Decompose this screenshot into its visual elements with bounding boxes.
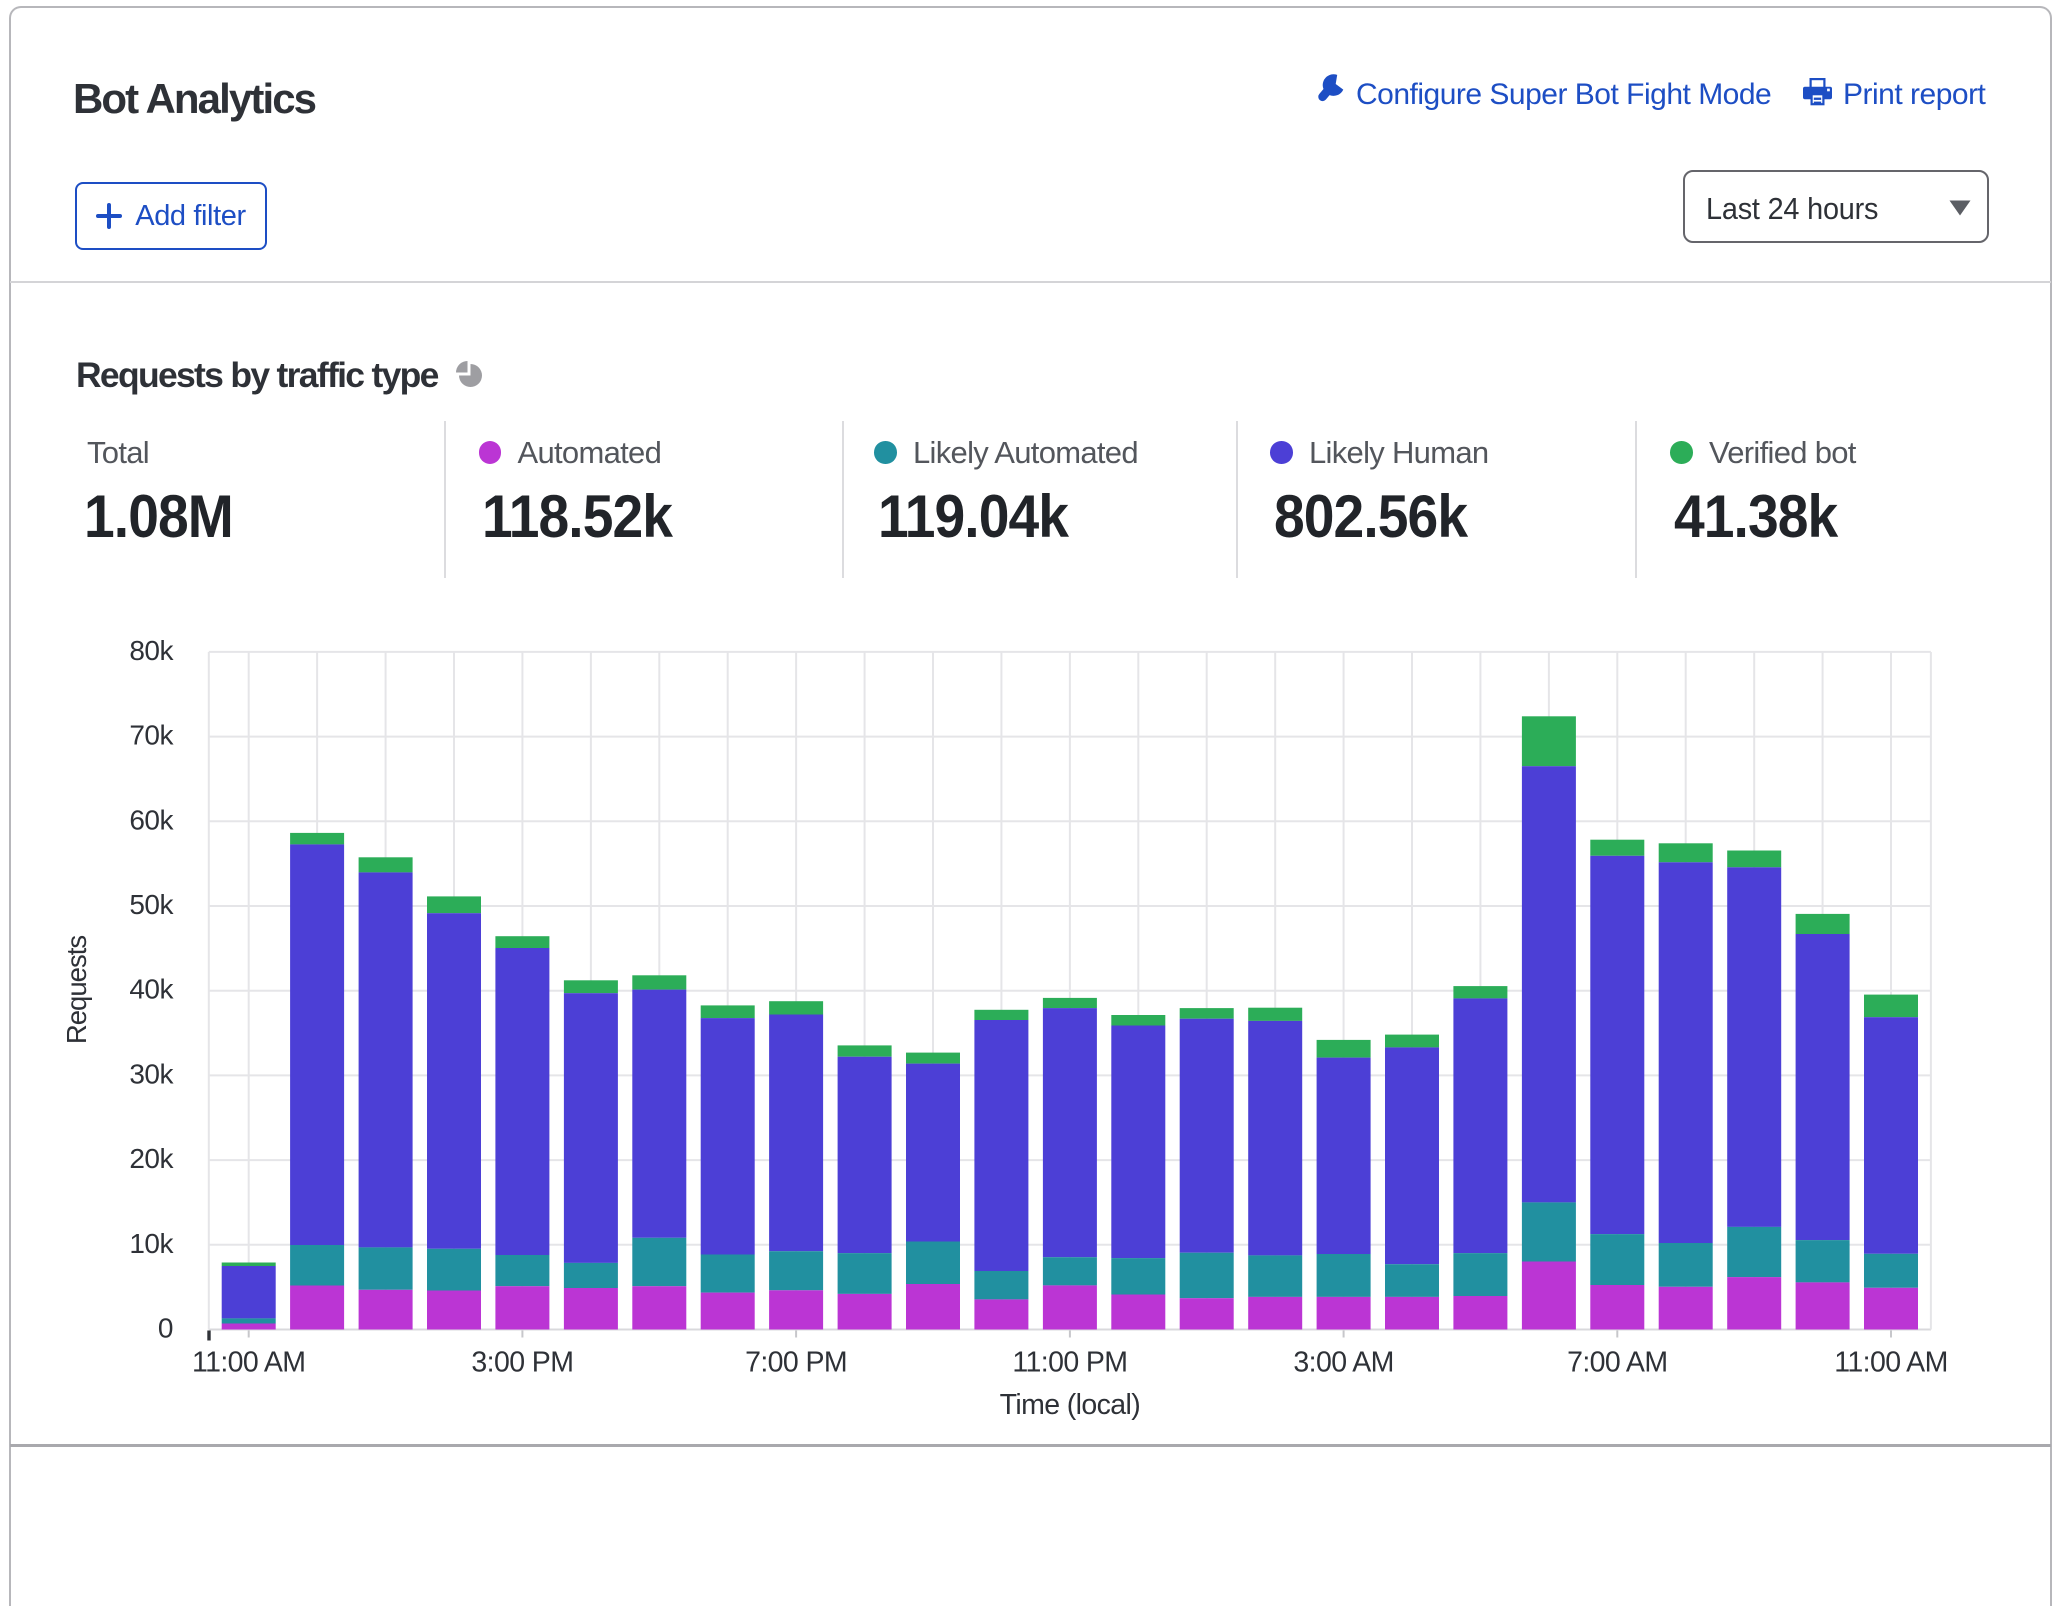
svg-text:70k: 70k: [129, 720, 174, 751]
svg-text:30k: 30k: [129, 1058, 174, 1089]
svg-text:3:00 AM: 3:00 AM: [1293, 1347, 1393, 1379]
svg-text:40k: 40k: [129, 974, 174, 1005]
svg-text:11:00 AM: 11:00 AM: [1834, 1347, 1948, 1379]
svg-text:50k: 50k: [129, 889, 174, 920]
svg-text:10k: 10k: [129, 1228, 174, 1259]
svg-text:60k: 60k: [129, 804, 174, 835]
svg-text:Time (local): Time (local): [1000, 1389, 1141, 1421]
svg-text:Requests: Requests: [61, 936, 92, 1044]
svg-text:3:00 PM: 3:00 PM: [471, 1347, 573, 1379]
svg-text:7:00 AM: 7:00 AM: [1567, 1347, 1667, 1379]
svg-text:11:00 AM: 11:00 AM: [192, 1347, 306, 1379]
svg-text:7:00 PM: 7:00 PM: [745, 1347, 847, 1379]
svg-text:80k: 80k: [129, 635, 174, 666]
svg-text:20k: 20k: [129, 1143, 174, 1174]
svg-text:11:00 PM: 11:00 PM: [1012, 1347, 1127, 1379]
svg-text:0: 0: [158, 1313, 173, 1344]
